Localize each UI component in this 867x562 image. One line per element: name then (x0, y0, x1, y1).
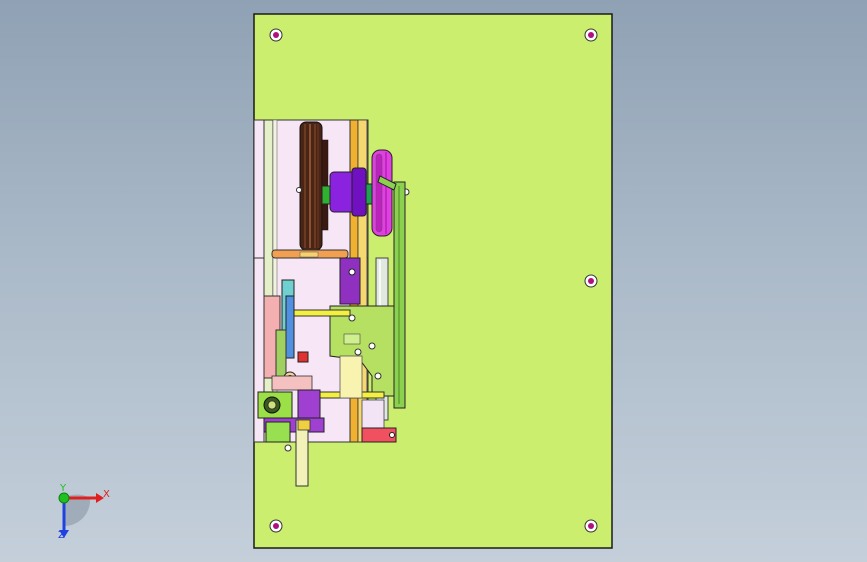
mount-hole (269, 28, 283, 42)
gear-box[interactable] (257, 391, 293, 419)
purple-bracket (297, 389, 321, 421)
handwheel[interactable] (371, 149, 393, 237)
x-axis-label: X (103, 489, 110, 500)
green-clamp (265, 421, 291, 443)
cad-viewport[interactable]: X Y Z (0, 0, 867, 562)
motor-housing[interactable] (329, 167, 367, 217)
yellow-support (339, 355, 363, 399)
y-axis-label: Y (60, 483, 67, 494)
shaft-coupler (365, 183, 373, 205)
red-connector[interactable] (297, 351, 309, 363)
mount-hole (584, 274, 598, 288)
slide-block (361, 399, 385, 431)
shaft-hub (321, 185, 331, 205)
mount-hole (269, 519, 283, 533)
blue-link[interactable] (285, 295, 295, 359)
purple-block (339, 257, 361, 305)
y-axis-marker (58, 492, 70, 504)
z-axis-label: Z (58, 530, 65, 541)
yellow-rod[interactable] (287, 309, 351, 317)
mount-hole (584, 28, 598, 42)
pink-lower-block (271, 375, 313, 391)
assembly-drawing[interactable] (0, 0, 867, 562)
mount-hole (584, 519, 598, 533)
